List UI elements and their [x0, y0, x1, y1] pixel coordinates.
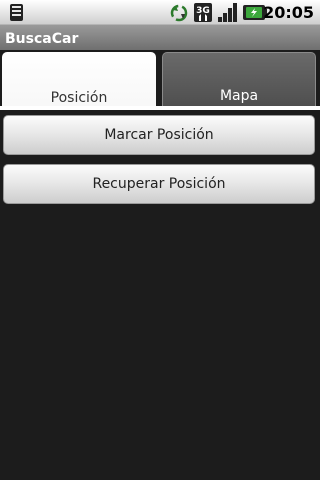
app-title: BuscaCar — [5, 31, 79, 47]
network-3g-icon: 3G — [194, 3, 212, 22]
tab-posicion-label: Posición — [50, 90, 108, 106]
tab-posicion[interactable]: Posición — [2, 52, 156, 110]
tab-indicator-strip — [0, 106, 320, 110]
signal-strength-icon — [218, 3, 237, 22]
recover-position-button[interactable]: Recuperar Posición — [3, 164, 315, 204]
notification-icon[interactable] — [8, 2, 26, 23]
title-bar: BuscaCar — [0, 25, 320, 50]
svg-text:3G: 3G — [196, 6, 210, 16]
status-clock: 20:05 — [263, 3, 314, 22]
tab-mapa[interactable]: Mapa — [162, 52, 316, 108]
tab-bar: Posición Mapa — [0, 50, 320, 110]
tab-mapa-label: Mapa — [219, 88, 259, 104]
mark-position-button[interactable]: Marcar Posición — [3, 115, 315, 155]
app-screen: 3G 20:05 BuscaCar Posición Mapa Marcar P… — [0, 0, 320, 480]
status-bar: 3G 20:05 — [0, 0, 320, 25]
sync-icon — [170, 4, 188, 22]
